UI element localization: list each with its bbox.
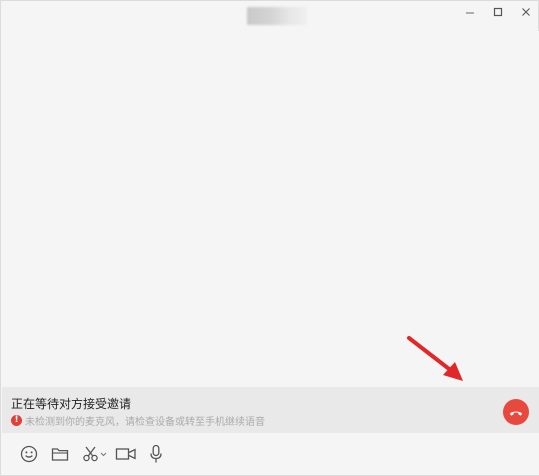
minimize-icon bbox=[466, 12, 474, 14]
minimize-button[interactable] bbox=[459, 3, 481, 21]
warning-icon: ! bbox=[11, 415, 22, 426]
call-status-title: 正在等待对方接受邀请 bbox=[11, 397, 132, 411]
emoji-button[interactable] bbox=[19, 443, 39, 465]
folder-icon bbox=[51, 448, 69, 461]
chat-window: 正在等待对方接受邀请 ! 未检测到你的麦克风，请检查设备或转至手机继续语音 bbox=[0, 0, 539, 476]
maximize-button[interactable] bbox=[487, 3, 509, 21]
microphone-warning-text: 未检测到你的麦克风，请检查设备或转至手机继续语音 bbox=[25, 417, 265, 428]
call-status-bar: 正在等待对方接受邀请 ! 未检测到你的麦克风，请检查设备或转至手机继续语音 bbox=[2, 387, 539, 433]
emoji-icon bbox=[20, 445, 38, 463]
microphone-icon bbox=[150, 444, 162, 463]
input-toolbar bbox=[2, 433, 539, 475]
send-file-button[interactable] bbox=[50, 443, 70, 465]
close-button[interactable] bbox=[515, 3, 537, 21]
video-call-icon bbox=[115, 448, 136, 460]
scissors-icon bbox=[83, 446, 107, 462]
close-icon bbox=[522, 8, 530, 16]
title-bar bbox=[1, 1, 538, 31]
phone-hangup-icon bbox=[510, 411, 522, 416]
video-call-button[interactable] bbox=[115, 443, 137, 465]
hangup-button[interactable] bbox=[503, 399, 529, 425]
screenshot-button[interactable] bbox=[81, 443, 109, 465]
voice-call-button[interactable] bbox=[148, 443, 164, 465]
microphone-warning: ! 未检测到你的麦克风，请检查设备或转至手机继续语音 bbox=[11, 413, 265, 428]
red-annotation-arrow bbox=[407, 336, 463, 381]
contact-name-blurred bbox=[247, 7, 307, 25]
maximize-icon bbox=[493, 7, 503, 17]
